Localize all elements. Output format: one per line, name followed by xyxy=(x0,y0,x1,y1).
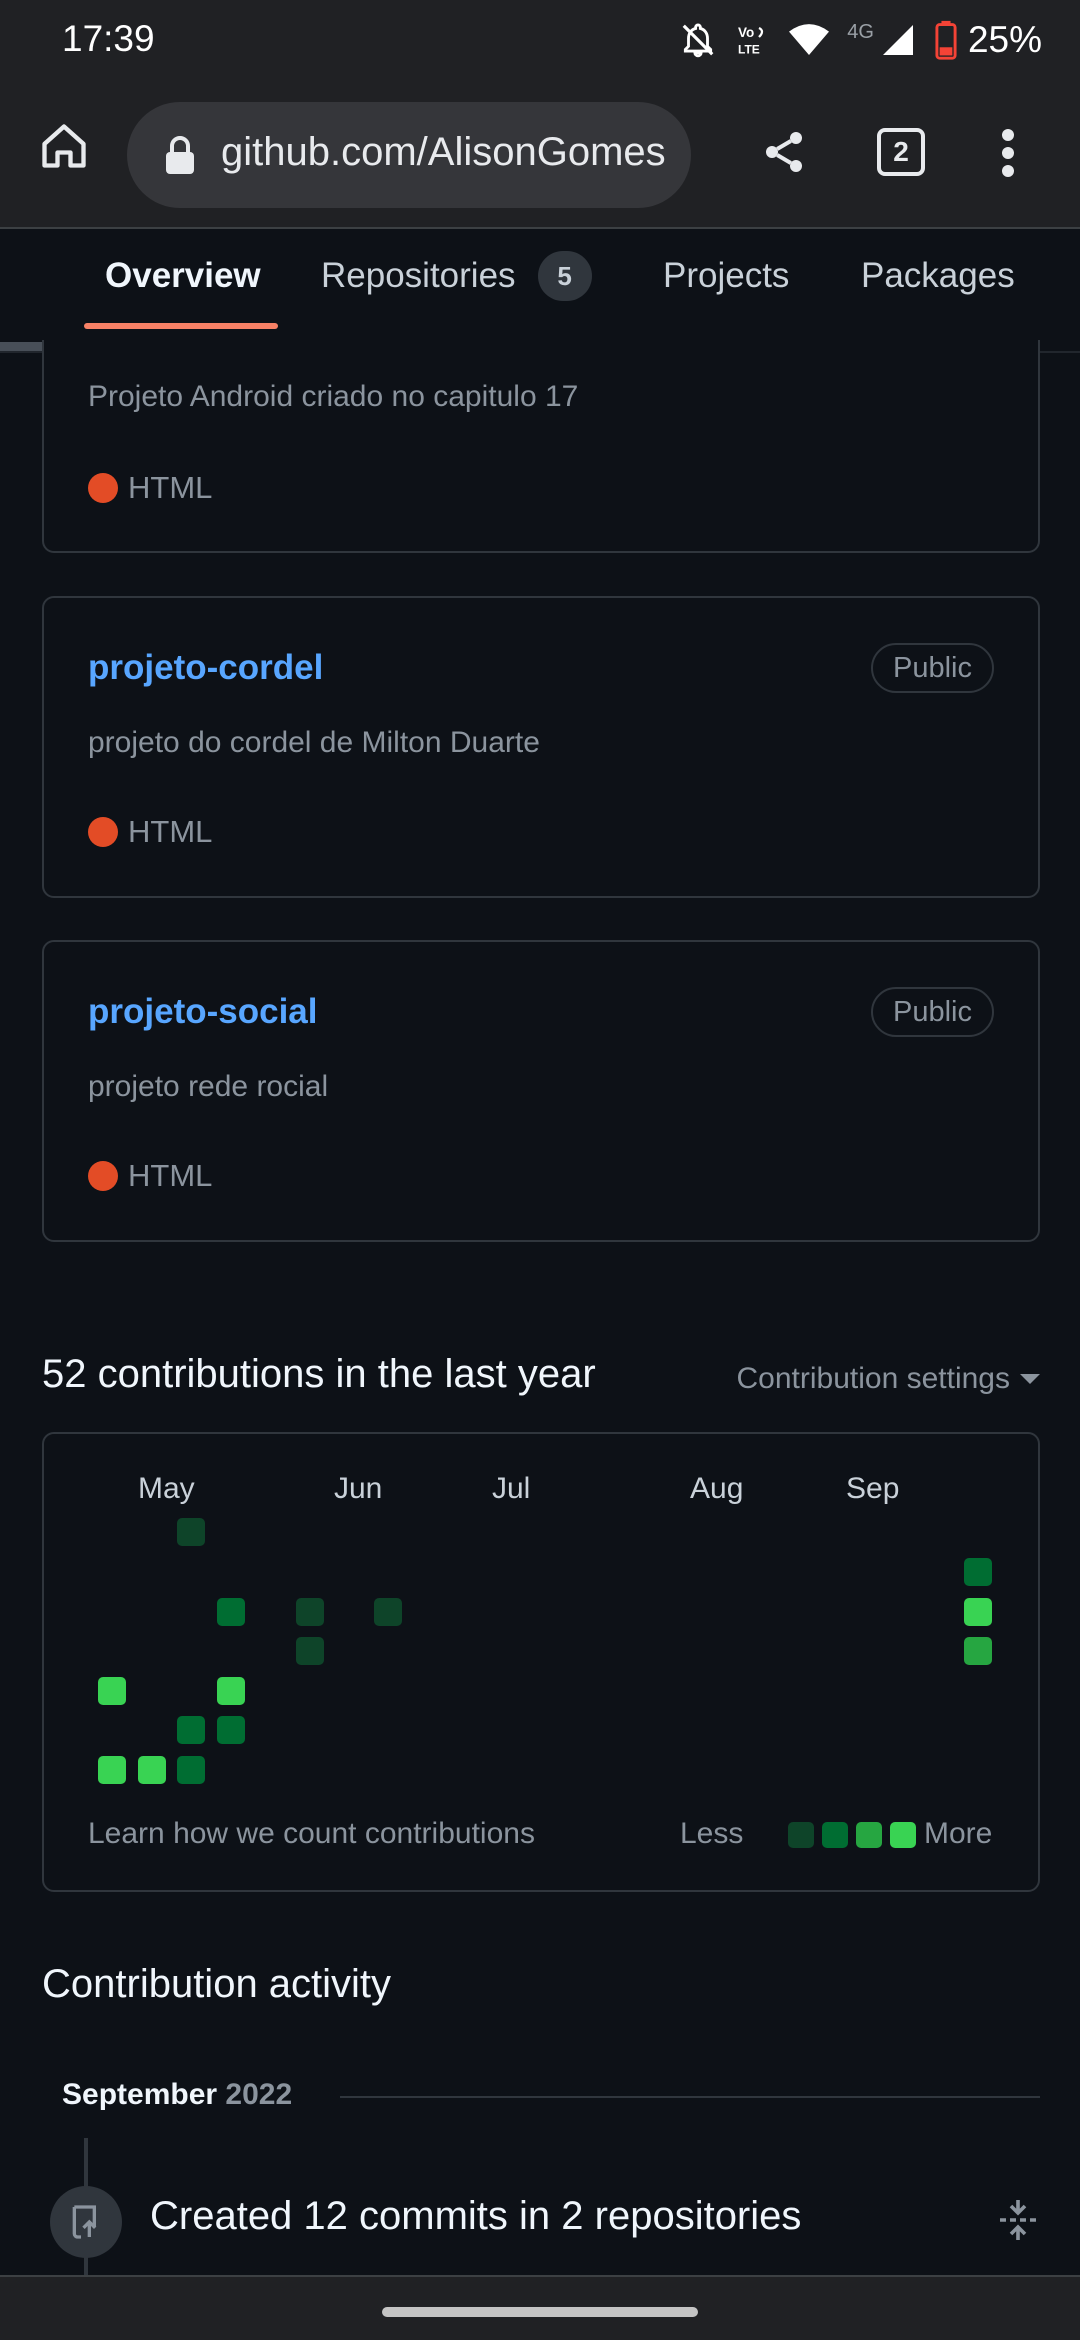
contribution-day[interactable] xyxy=(296,1637,324,1665)
repo-card[interactable]: projeto-cordel Public projeto do cordel … xyxy=(42,596,1040,898)
tab-repositories[interactable]: Repositories 5 xyxy=(321,246,592,306)
language-color-dot xyxy=(88,817,118,847)
legend-less-label: Less xyxy=(680,1817,744,1850)
repo-name-link[interactable]: projeto-social xyxy=(88,992,317,1032)
contribution-day[interactable] xyxy=(217,1598,245,1626)
tab-packages-label: Packages xyxy=(861,256,1015,295)
repositories-counter: 5 xyxy=(537,251,592,301)
contribution-day[interactable] xyxy=(296,1598,324,1626)
month-label: Jun xyxy=(334,1472,383,1505)
system-navigation-bar xyxy=(0,2275,1080,2340)
contribution-day[interactable] xyxy=(217,1677,245,1705)
home-gesture-handle[interactable] xyxy=(382,2307,698,2317)
contribution-day[interactable] xyxy=(98,1756,126,1784)
share-button[interactable] xyxy=(760,128,808,181)
legend-more-label: More xyxy=(924,1817,993,1850)
url-text: github.com/AlisonGomes xyxy=(221,130,666,174)
contribution-activity-title: Contribution activity xyxy=(42,1962,392,2006)
contribution-settings-label: Contribution settings xyxy=(736,1362,1011,1395)
svg-text:Vo: Vo xyxy=(738,25,754,40)
month-label: May xyxy=(138,1472,195,1505)
learn-contributions-link[interactable]: Learn how we count contributions xyxy=(88,1817,535,1851)
browser-toolbar: github.com/AlisonGomes 2 xyxy=(0,80,1080,229)
repo-description: Projeto Android criado no capitulo 17 xyxy=(88,380,579,413)
volte-icon: Vo LTE xyxy=(735,22,771,58)
contribution-day[interactable] xyxy=(964,1558,992,1586)
tab-projects[interactable]: Projects xyxy=(663,246,789,306)
contribution-day[interactable] xyxy=(177,1716,205,1744)
contribution-day[interactable] xyxy=(177,1518,205,1546)
collapse-icon[interactable] xyxy=(998,2198,1038,2247)
divider xyxy=(340,2096,1040,2098)
active-tab-indicator xyxy=(84,323,278,329)
svg-text:LTE: LTE xyxy=(738,43,760,57)
repo-language-label: HTML xyxy=(128,470,213,505)
legend-level-3 xyxy=(856,1822,882,1848)
legend-level-4 xyxy=(890,1822,916,1848)
repo-name-link[interactable]: projeto-cordel xyxy=(88,648,323,688)
contribution-settings-dropdown[interactable]: Contribution settings xyxy=(736,1362,1040,1396)
tab-repositories-label: Repositories xyxy=(321,256,516,295)
month-label: Jul xyxy=(492,1472,531,1505)
profile-tab-nav: Overview Repositories 5 Projects Package… xyxy=(0,231,1080,353)
repo-language: HTML xyxy=(88,470,212,506)
activity-year: 2022 xyxy=(225,2078,293,2111)
repo-language: HTML xyxy=(88,814,212,850)
url-bar[interactable]: github.com/AlisonGomes xyxy=(127,102,691,208)
overflow-menu-button[interactable] xyxy=(1000,128,1016,178)
legend-level-2 xyxy=(822,1822,848,1848)
lock-icon xyxy=(163,136,197,181)
contribution-day[interactable] xyxy=(177,1756,205,1784)
repo-language: HTML xyxy=(88,1158,212,1194)
repo-language-label: HTML xyxy=(128,1158,213,1193)
repo-description: projeto do cordel de Milton Duarte xyxy=(88,726,540,759)
contribution-day[interactable] xyxy=(964,1598,992,1626)
tab-packages[interactable]: Packages xyxy=(861,246,1015,306)
month-label: Sep xyxy=(846,1472,900,1505)
contributions-title: 52 contributions in the last year xyxy=(42,1352,596,1396)
contribution-day[interactable] xyxy=(964,1637,992,1665)
home-icon xyxy=(42,124,86,168)
contribution-day[interactable] xyxy=(217,1716,245,1744)
visibility-badge: Public xyxy=(871,643,994,693)
caret-down-icon xyxy=(1020,1374,1040,1384)
wifi-icon xyxy=(789,22,830,58)
contribution-day[interactable] xyxy=(374,1598,402,1626)
contribution-day[interactable] xyxy=(98,1677,126,1705)
tab-projects-label: Projects xyxy=(663,256,790,295)
signal-icon xyxy=(880,22,916,58)
repo-card[interactable]: projeto-social Public projeto rede rocia… xyxy=(42,940,1040,1242)
tab-switcher-button[interactable]: 2 xyxy=(877,128,925,176)
repo-language-label: HTML xyxy=(128,814,213,849)
repo-push-icon xyxy=(50,2186,122,2258)
language-color-dot xyxy=(88,473,118,503)
status-time: 17:39 xyxy=(62,18,155,59)
activity-summary[interactable]: Created 12 commits in 2 repositories xyxy=(150,2194,801,2239)
repo-card[interactable]: Projeto Android criado no capitulo 17 HT… xyxy=(42,340,1040,553)
home-button[interactable] xyxy=(38,120,90,172)
do-not-disturb-icon xyxy=(679,21,717,59)
month-label: Aug xyxy=(690,1472,744,1505)
tab-overview-label: Overview xyxy=(105,256,261,295)
network-type-label: 4G xyxy=(847,20,874,43)
share-icon xyxy=(766,132,802,172)
activity-month-heading: September 2022 xyxy=(62,2078,292,2112)
contribution-day[interactable] xyxy=(138,1756,166,1784)
repo-description: projeto rede rocial xyxy=(88,1070,329,1103)
legend-level-1 xyxy=(788,1822,814,1848)
tab-overview[interactable]: Overview xyxy=(105,246,261,306)
activity-month: September xyxy=(62,2078,218,2111)
battery-percent: 25% xyxy=(967,19,1042,60)
language-color-dot xyxy=(88,1161,118,1191)
status-bar: 17:39 Vo LTE 4G 25% xyxy=(0,0,1080,80)
status-icons: Vo LTE 4G 25% xyxy=(679,18,1042,62)
more-vert-icon xyxy=(1002,129,1014,177)
contribution-graph: May Jun Jul Aug Sep Learn how we count c… xyxy=(42,1432,1040,1892)
visibility-badge: Public xyxy=(871,987,994,1037)
battery-icon xyxy=(934,20,958,60)
